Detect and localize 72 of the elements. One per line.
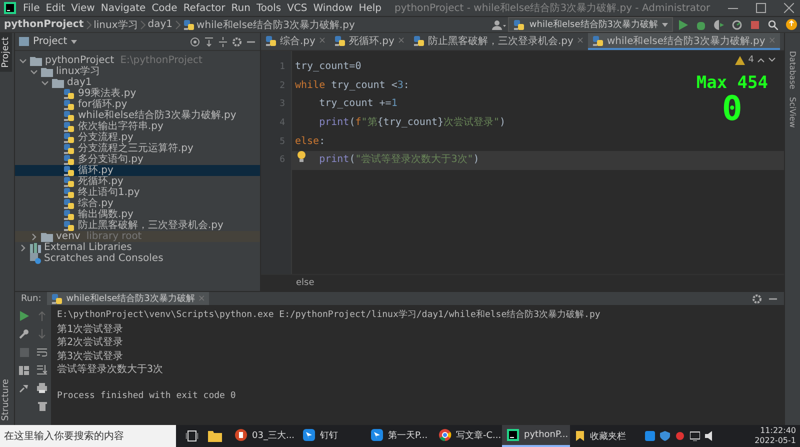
code-breadcrumb[interactable]: else [296,278,314,288]
tree-item[interactable]: day1 [15,77,260,88]
run-label: Run: [21,294,42,304]
tool-window-tab[interactable]: Project [0,33,12,72]
code-line: else: [295,134,326,149]
breadcrumb-item[interactable]: pythonProject [4,19,84,30]
taskbar-app[interactable]: 写文章-C... [434,425,502,447]
console-line: 第3次尝试登录 [57,350,124,364]
favorites-bar[interactable]: 收藏夹栏 [590,430,626,442]
menu-item[interactable]: Code [148,2,180,14]
tree-item[interactable]: while和else结合防3次暴力破解.py [15,110,260,121]
editor-tab[interactable]: 死循环.py × [330,33,409,50]
tree-item[interactable]: External Libraries [15,242,260,253]
tree-item[interactable]: Scratches and Consoles [15,253,260,264]
taskbar-app[interactable]: 钉钉 [298,425,366,447]
menu-item[interactable]: File [20,2,43,14]
breadcrumb-item[interactable]: day1 [148,19,173,30]
tree-item[interactable]: 分支流程.py [15,132,260,143]
score: 0 [722,92,742,126]
menu-item[interactable]: View [68,2,98,14]
taskbar-app[interactable]: pythonP... [502,425,570,447]
tree-item[interactable]: 终止语句1.py [15,187,260,198]
tree-item[interactable]: for循环.py [15,99,260,110]
taskbar-app[interactable]: 第一天P... [366,425,434,447]
tree-item[interactable]: 分支流程之三元运算符.py [15,143,260,154]
editor-tab[interactable]: while和else结合防3次暴力破解.py × [588,33,780,50]
menu-item[interactable]: Navigate [98,2,149,14]
panel-title[interactable]: Project [33,36,68,47]
run-configuration-dropdown[interactable]: while和else结合防3次暴力破解 [508,17,673,32]
menu-item[interactable]: Run [228,2,254,14]
menu-item[interactable]: Tools [253,2,284,14]
editor-tab[interactable]: 综合.py × [261,33,330,50]
code-line: try_count=0 [295,60,362,74]
code-line: print(f"第{try_count}次尝试登录") [319,116,506,130]
window-title: pythonProject - while和else结合防3次暴力破解.py - Administrator [394,2,712,15]
menu-item[interactable]: Help [356,2,385,14]
editor-tab[interactable]: 防止黑客破解，三次登录机会.py × [409,33,588,50]
menu-item[interactable]: Edit [42,2,68,14]
tree-item[interactable]: linux学习 [15,66,260,77]
tool-window-tab[interactable]: SciView [788,97,797,128]
menu-item[interactable]: Window [310,2,356,14]
tree-item[interactable]: pythonProject E:\pythonProject [15,55,260,66]
tree-item[interactable]: 输出偶数.py [15,209,260,220]
tree-item[interactable]: 多分支语句.py [15,154,260,165]
console-line: 第2次尝试登录 [57,336,124,350]
console-line: E:\pythonProject\venv\Scripts\python.exe E:/pythonProject/linux学习/day1/while和else结合防3次暴力破解.py [57,309,600,322]
max-score: Max 454 [696,75,768,92]
tree-item[interactable]: 死循环.py [15,176,260,187]
menu-item[interactable]: VCS [284,2,310,14]
run-tab[interactable]: while和else结合防3次暴力破解 × [47,292,210,306]
taskbar-app[interactable]: 03_三大... [230,425,298,447]
tree-item[interactable]: 依次输出字符串.py [15,121,260,132]
code-line: try_count +=1 [319,97,398,112]
tool-window-tab[interactable]: Database [788,51,797,90]
breadcrumb-item[interactable]: while和else结合防3次暴力破解.py [196,18,355,32]
tree-item[interactable]: 防止黑客破解，三次登录机会.py [15,220,260,231]
menu-item[interactable]: Refactor [180,2,228,14]
code-line: print("尝试等登录次数大于3次") [319,152,480,168]
clock-date[interactable]: 2022-05-1 [754,436,796,446]
warning-count[interactable]: 4 [748,55,754,65]
console-line: Process finished with exit code 0 [57,390,236,404]
console-line: 尝试等登录次数大于3次 [57,363,164,377]
tool-window-tab[interactable]: Structure [0,375,12,425]
tree-item[interactable]: 综合.py [15,198,260,209]
tree-item[interactable]: 99乘法表.py [15,88,260,99]
search-field[interactable]: 在这里输入你要搜索的内容 [0,425,176,447]
breadcrumb-item[interactable]: linux学习 [94,18,138,32]
tree-item[interactable]: venv library root [15,231,260,242]
tree-item[interactable]: 循环.py [15,165,260,176]
console-line: 第1次尝试登录 [57,322,124,336]
clock-time[interactable]: 11:22:40 [760,426,796,436]
code-line: while try_count <3: [295,78,410,93]
